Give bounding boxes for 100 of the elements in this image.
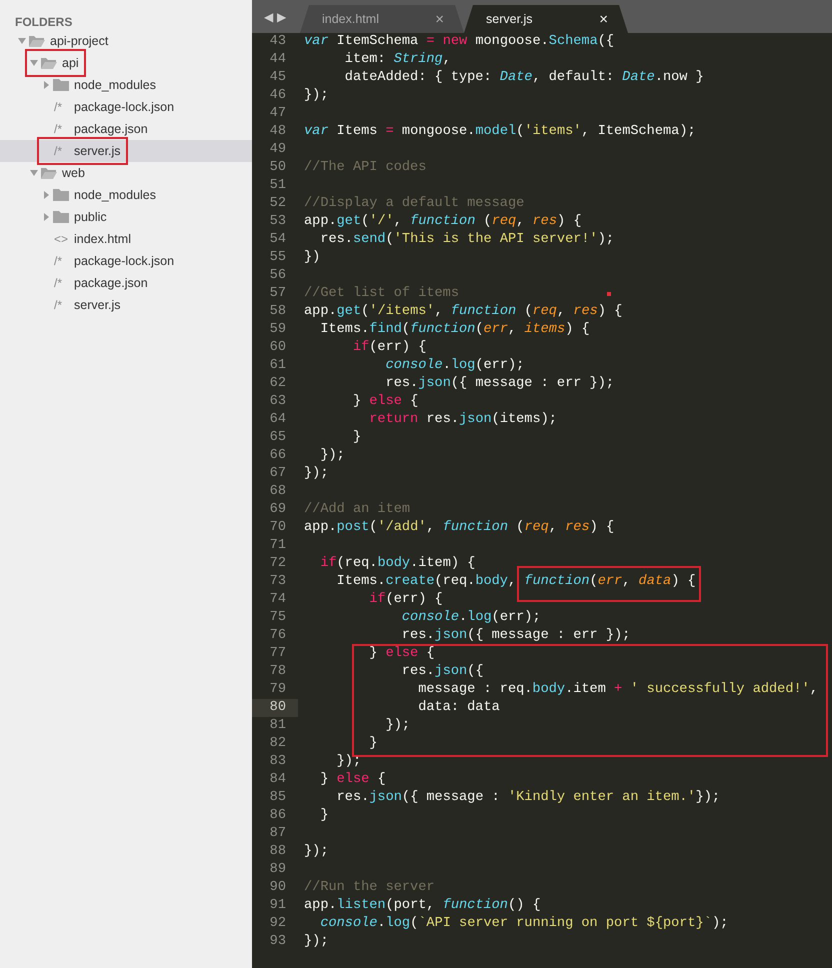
file-type-glyph: /* [53, 143, 62, 160]
line-number: 44 [268, 51, 287, 69]
folder-icon [52, 188, 70, 202]
code-line: app.post('/add', function (req, res) { [303, 519, 614, 537]
line-number: 59 [268, 321, 287, 339]
tree-item[interactable]: /* server.js [0, 294, 252, 316]
code-line: app.get('/items', function (req, res) { [303, 303, 622, 321]
line-number: 74 [268, 591, 287, 609]
forward-button[interactable]: ▶ [277, 10, 286, 22]
sidebar-header: FOLDERS [15, 15, 72, 29]
code-line: } else { [319, 771, 386, 789]
line-number: 63 [268, 393, 287, 411]
tab[interactable]: server.js × [464, 5, 628, 33]
line-number: 82 [268, 735, 287, 753]
line-number: 66 [268, 447, 287, 465]
folder-name: web [62, 164, 85, 182]
collapse-triangle-icon[interactable] [18, 37, 27, 45]
line-number: 53 [268, 213, 287, 231]
open-folder-icon [28, 34, 46, 48]
code-line: app.get('/', function (req, res) { [303, 213, 582, 231]
tree-item[interactable]: /* package-lock.json [0, 96, 252, 118]
line-number: 71 [268, 537, 287, 555]
line-number: 70 [268, 519, 287, 537]
tree-item[interactable]: /* package.json [0, 118, 252, 140]
line-number: 46 [268, 87, 287, 105]
code-line: } [319, 807, 328, 825]
line-number: 75 [268, 609, 287, 627]
tree-item[interactable]: node_modules [0, 184, 252, 206]
line-number: 61 [268, 357, 287, 375]
line-number: 81 [268, 717, 287, 735]
code-line: dateAdded: { type: Date, default: Date.now } [344, 69, 704, 87]
code-line: }); [303, 87, 328, 105]
tree-item[interactable]: /* package.json [0, 272, 252, 294]
code-line: }); [303, 465, 328, 483]
collapse-triangle-icon[interactable] [30, 169, 39, 177]
tree-item[interactable]: api-project [0, 30, 252, 52]
code-line: //Display a default message [303, 195, 524, 213]
folder-name: api [62, 54, 79, 72]
tab[interactable]: index.html × [300, 5, 464, 33]
line-number: 64 [268, 411, 287, 429]
code-line: res.send('This is the API server!'); [319, 231, 614, 249]
line-number: 47 [268, 105, 287, 123]
line-number: 50 [268, 159, 287, 177]
code-line: //Add an item [303, 501, 410, 519]
file-name: server.js [74, 296, 121, 314]
code-line: } [352, 429, 362, 447]
file-type-glyph: <> [53, 231, 68, 248]
folder-name: node_modules [74, 186, 156, 204]
tree-item[interactable]: api [0, 52, 252, 74]
file-type-glyph: /* [53, 121, 62, 138]
line-number: 45 [268, 69, 287, 87]
line-number: 58 [268, 303, 287, 321]
code-line: res.json({ message : err }); [384, 375, 614, 393]
tree-item[interactable]: /* server.js [0, 140, 252, 162]
line-number: 55 [268, 249, 287, 267]
line-number: 52 [268, 195, 287, 213]
code-line: console.log(`API server running on port ${port}`); [319, 915, 728, 933]
expand-triangle-icon[interactable] [42, 81, 51, 89]
line-number: 90 [268, 879, 287, 897]
folder-name: public [74, 208, 107, 226]
file-name: package.json [74, 120, 148, 138]
line-number: 83 [268, 753, 287, 771]
close-button[interactable]: × [599, 12, 608, 26]
file-type-glyph: /* [53, 275, 62, 292]
line-number: 57 [268, 285, 287, 303]
file-name: server.js [74, 142, 121, 160]
code-line: res.json({ message : 'Kindly enter an item.'}); [336, 789, 720, 807]
folder-name: node_modules [74, 76, 156, 94]
tree-item[interactable]: public [0, 206, 252, 228]
code-line: }); [303, 843, 328, 861]
back-button[interactable]: ◀ [264, 10, 273, 22]
line-number: 93 [268, 933, 287, 951]
tree-item[interactable]: /* package-lock.json [0, 250, 252, 272]
tree-item[interactable]: web [0, 162, 252, 184]
line-number: 92 [268, 915, 287, 933]
line-number: 72 [268, 555, 287, 573]
expand-triangle-icon[interactable] [42, 191, 51, 199]
line-number: 85 [268, 789, 287, 807]
line-number: 73 [268, 573, 287, 591]
code-line: //The API codes [303, 159, 426, 177]
expand-triangle-icon[interactable] [42, 213, 51, 221]
line-number: 48 [268, 123, 287, 141]
folder-name: api-project [50, 32, 108, 50]
tree-item[interactable]: node_modules [0, 74, 252, 96]
code-line: Items.create(req.body, function(err, data) { [336, 573, 696, 591]
code-line: }); [319, 447, 345, 465]
line-number: 49 [268, 141, 287, 159]
file-name: package-lock.json [74, 252, 174, 270]
file-type-glyph: /* [53, 253, 62, 270]
line-number: 78 [268, 663, 287, 681]
tab-label: index.html [322, 10, 379, 28]
code-line: }) [303, 249, 320, 267]
collapse-triangle-icon[interactable] [30, 59, 39, 67]
code-line: if(req.body.item) { [319, 555, 476, 573]
line-number: 84 [268, 771, 287, 789]
tree-item[interactable]: <> index.html [0, 228, 252, 250]
code-line: }); [384, 717, 410, 735]
code-line: var Items = mongoose.model('items', ItemSchema); [303, 123, 696, 141]
close-button[interactable]: × [435, 12, 444, 26]
line-number: 54 [268, 231, 287, 249]
